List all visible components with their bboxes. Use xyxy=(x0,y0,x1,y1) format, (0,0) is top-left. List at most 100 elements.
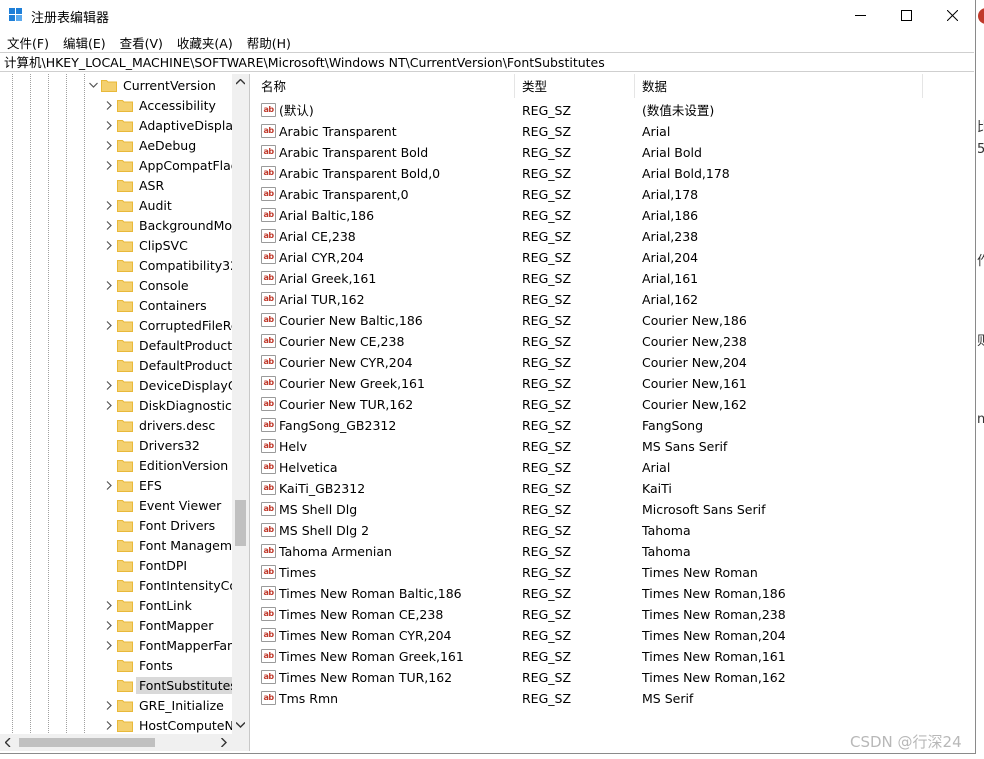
chevron-right-icon[interactable] xyxy=(106,140,112,150)
tree-item[interactable]: ClipSVC xyxy=(104,235,188,255)
tree-item[interactable]: Event Viewer xyxy=(104,495,221,515)
registry-value-row[interactable]: ab Times New Roman TUR,162 REG_SZ Times New… xyxy=(255,667,975,688)
tree-item[interactable]: EFS xyxy=(104,475,162,495)
registry-value-row[interactable]: ab Helvetica REG_SZ Arial xyxy=(255,457,975,478)
registry-value-row[interactable]: ab Times New Roman CE,238 REG_SZ Times New … xyxy=(255,604,975,625)
registry-value-row[interactable]: ab Times New Roman CYR,204 REG_SZ Times New… xyxy=(255,625,975,646)
chevron-right-icon[interactable] xyxy=(106,100,112,110)
chevron-right-icon[interactable] xyxy=(106,620,112,630)
chevron-right-icon[interactable] xyxy=(106,240,112,250)
scroll-right-icon[interactable] xyxy=(221,738,227,747)
tree-item[interactable]: FontIntensityCor xyxy=(104,575,242,595)
tree-item[interactable]: HostComputeNe xyxy=(104,715,242,735)
menu-favorites[interactable]: 收藏夹(A) xyxy=(170,30,240,52)
registry-value-row[interactable]: ab Arial Baltic,186 REG_SZ Arial,186 xyxy=(255,205,975,226)
expander[interactable] xyxy=(104,195,114,215)
menu-help[interactable]: 帮助(H) xyxy=(240,30,298,52)
tree-item[interactable]: EditionVersion xyxy=(104,455,228,475)
expander[interactable] xyxy=(104,135,114,155)
chevron-right-icon[interactable] xyxy=(106,280,112,290)
tree-item[interactable]: Drivers32 xyxy=(104,435,200,455)
registry-value-row[interactable]: ab FangSong_GB2312 REG_SZ FangSong xyxy=(255,415,975,436)
registry-value-row[interactable]: ab Arabic Transparent Bold REG_SZ Arial Bol… xyxy=(255,142,975,163)
chevron-right-icon[interactable] xyxy=(106,640,112,650)
registry-value-row[interactable]: ab Tms Rmn REG_SZ MS Serif xyxy=(255,688,975,709)
registry-value-row[interactable]: ab Helv REG_SZ MS Sans Serif xyxy=(255,436,975,457)
registry-value-row[interactable]: ab Courier New CYR,204 REG_SZ Courier New,2… xyxy=(255,352,975,373)
expander[interactable] xyxy=(104,595,114,615)
expander[interactable] xyxy=(104,395,114,415)
tree-item[interactable]: CorruptedFileRe xyxy=(104,315,239,335)
registry-value-row[interactable]: ab Arial CYR,204 REG_SZ Arial,204 xyxy=(255,247,975,268)
registry-value-row[interactable]: ab Times New Roman Baltic,186 REG_SZ Times … xyxy=(255,583,975,604)
menu-edit[interactable]: 编辑(E) xyxy=(56,30,113,52)
tree-item[interactable]: DefaultProductK xyxy=(104,355,240,375)
registry-value-row[interactable]: ab Arial TUR,162 REG_SZ Arial,162 xyxy=(255,289,975,310)
minimize-button[interactable] xyxy=(837,0,883,30)
tree-horizontal-scroll-thumb[interactable] xyxy=(19,738,155,747)
chevron-right-icon[interactable] xyxy=(106,400,112,410)
column-header-name[interactable]: 名称 xyxy=(255,74,515,98)
registry-value-row[interactable]: ab KaiTi_GB2312 REG_SZ KaiTi xyxy=(255,478,975,499)
tree-item[interactable]: Compatibility32 xyxy=(104,255,238,275)
tree-item[interactable]: BackgroundMo xyxy=(104,215,232,235)
registry-value-row[interactable]: ab Courier New CE,238 REG_SZ Courier New,23… xyxy=(255,331,975,352)
chevron-right-icon[interactable] xyxy=(106,320,112,330)
expander[interactable] xyxy=(104,155,114,175)
expander[interactable] xyxy=(104,615,114,635)
close-button[interactable] xyxy=(929,0,975,30)
registry-value-row[interactable]: ab (默认) REG_SZ (数值未设置) xyxy=(255,100,975,121)
chevron-right-icon[interactable] xyxy=(106,480,112,490)
expander[interactable] xyxy=(104,275,114,295)
tree-item[interactable]: DiskDiagnostics xyxy=(104,395,238,415)
chevron-right-icon[interactable] xyxy=(106,600,112,610)
tree-item[interactable]: Containers xyxy=(104,295,207,315)
registry-value-row[interactable]: ab Tahoma Armenian REG_SZ Tahoma xyxy=(255,541,975,562)
chevron-right-icon[interactable] xyxy=(106,720,112,730)
expander[interactable] xyxy=(104,715,114,735)
expander[interactable] xyxy=(88,75,98,95)
chevron-right-icon[interactable] xyxy=(106,380,112,390)
registry-value-row[interactable]: ab Arabic Transparent Bold,0 REG_SZ Arial B… xyxy=(255,163,975,184)
tree-item[interactable]: AeDebug xyxy=(104,135,196,155)
tree-horizontal-scrollbar[interactable] xyxy=(0,734,232,751)
registry-value-row[interactable]: ab Arial Greek,161 REG_SZ Arial,161 xyxy=(255,268,975,289)
tree-item[interactable]: AdaptiveDisplay xyxy=(104,115,240,135)
tree-item[interactable]: DefaultProductK xyxy=(104,335,240,355)
registry-value-row[interactable]: ab Courier New Greek,161 REG_SZ Courier New… xyxy=(255,373,975,394)
tree-item[interactable]: ASR xyxy=(104,175,164,195)
tree-item[interactable]: AppCompatFlag xyxy=(104,155,239,175)
registry-value-row[interactable]: ab Arabic Transparent,0 REG_SZ Arial,178 xyxy=(255,184,975,205)
tree-item[interactable]: Font Manageme xyxy=(104,535,240,555)
expander[interactable] xyxy=(104,375,114,395)
registry-value-row[interactable]: ab Times New Roman Greek,161 REG_SZ Times N… xyxy=(255,646,975,667)
scroll-up-icon[interactable] xyxy=(236,79,245,85)
expander[interactable] xyxy=(104,315,114,335)
expander[interactable] xyxy=(104,635,114,655)
registry-value-row[interactable]: ab MS Shell Dlg REG_SZ Microsoft Sans Serif xyxy=(255,499,975,520)
tree-item[interactable]: DeviceDisplayOl xyxy=(104,375,241,395)
tree-item[interactable]: Fonts xyxy=(104,655,173,675)
tree-item[interactable]: GRE_Initialize xyxy=(104,695,224,715)
tree-item[interactable]: Audit xyxy=(104,195,172,215)
chevron-right-icon[interactable] xyxy=(106,200,112,210)
chevron-right-icon[interactable] xyxy=(106,220,112,230)
tree-item-parent[interactable]: CurrentVersion xyxy=(88,75,216,95)
title-bar[interactable]: 注册表编辑器 xyxy=(0,0,975,30)
tree-item[interactable]: FontLink xyxy=(104,595,192,615)
expander[interactable] xyxy=(104,235,114,255)
column-header-type[interactable]: 类型 xyxy=(516,74,635,98)
registry-value-row[interactable]: ab MS Shell Dlg 2 REG_SZ Tahoma xyxy=(255,520,975,541)
registry-value-row[interactable]: ab Courier New TUR,162 REG_SZ Courier New,1… xyxy=(255,394,975,415)
menu-view[interactable]: 查看(V) xyxy=(113,30,170,52)
tree-item[interactable]: FontSubstitutes xyxy=(104,675,240,695)
address-bar[interactable]: 计算机\HKEY_LOCAL_MACHINE\SOFTWARE\Microsof… xyxy=(0,52,974,72)
chevron-right-icon[interactable] xyxy=(106,160,112,170)
expander[interactable] xyxy=(104,475,114,495)
tree-item[interactable]: FontMapperFam xyxy=(104,635,239,655)
expander[interactable] xyxy=(104,695,114,715)
menu-file[interactable]: 文件(F) xyxy=(0,30,56,52)
tree-item[interactable]: Font Drivers xyxy=(104,515,215,535)
tree-item[interactable]: FontMapper xyxy=(104,615,213,635)
expander[interactable] xyxy=(104,215,114,235)
